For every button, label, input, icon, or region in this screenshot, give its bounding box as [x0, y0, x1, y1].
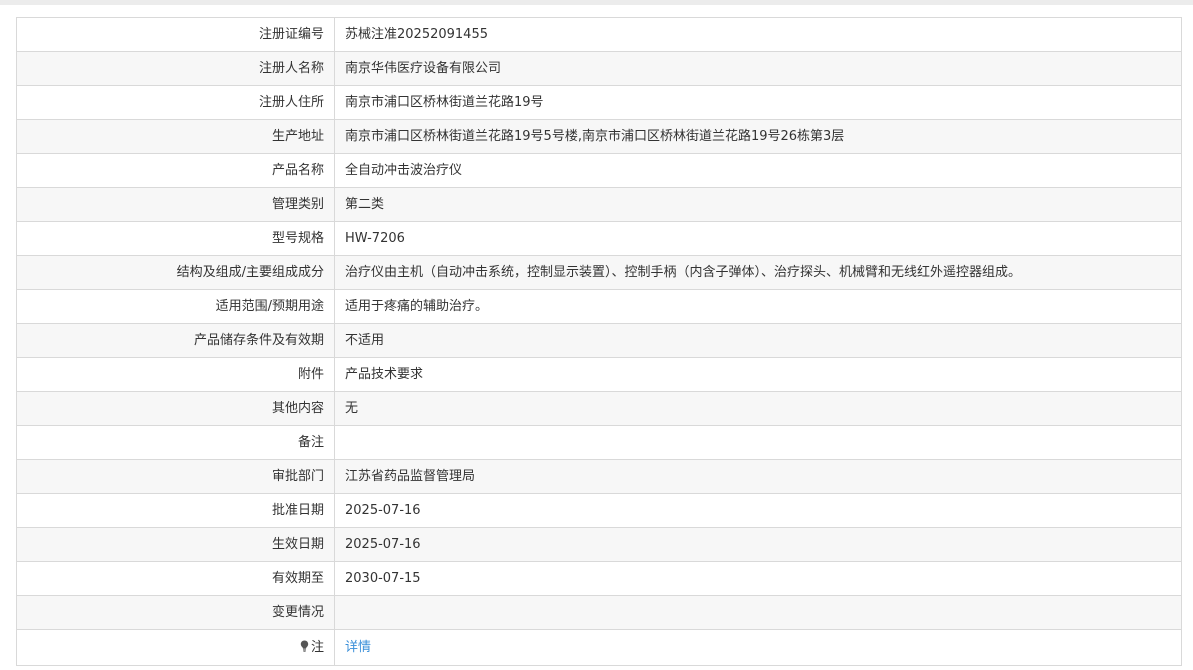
row-registrant-address: 注册人住所 南京市浦口区桥林街道兰花路19号 — [16, 86, 1182, 120]
field-value: HW-7206 — [345, 231, 405, 246]
field-label: 产品名称 — [17, 154, 335, 187]
row-attachment: 附件 产品技术要求 — [16, 358, 1182, 392]
field-value — [335, 426, 1181, 459]
field-value: 江苏省药品监督管理局 — [345, 469, 476, 484]
row-other-content: 其他内容 无 — [16, 392, 1182, 426]
field-label: 注册证编号 — [17, 18, 335, 51]
field-value: 产品技术要求 — [345, 367, 424, 382]
field-value: 适用于疼痛的辅助治疗。 — [345, 299, 489, 314]
row-expiry-date: 有效期至 2030-07-15 — [16, 562, 1182, 596]
field-label: 型号规格 — [17, 222, 335, 255]
field-label: 备注 — [17, 426, 335, 459]
field-value: 治疗仪由主机（自动冲击系统，控制显示装置）、控制手柄（内含子弹体）、治疗探头、机… — [345, 265, 1022, 280]
field-label: 注册人住所 — [17, 86, 335, 119]
field-label: 生产地址 — [17, 120, 335, 153]
field-label: 有效期至 — [17, 562, 335, 595]
field-label: 附件 — [17, 358, 335, 391]
note-label: 注 — [310, 640, 324, 655]
field-value: 无 — [345, 401, 359, 416]
row-registration-number: 注册证编号 苏械注准20252091455 — [16, 18, 1182, 52]
field-value: 不适用 — [345, 333, 385, 348]
field-value: 2030-07-15 — [345, 571, 421, 586]
row-remarks: 备注 — [16, 426, 1182, 460]
row-registrant-name: 注册人名称 南京华伟医疗设备有限公司 — [16, 52, 1182, 86]
field-label: 生效日期 — [17, 528, 335, 561]
row-model-spec: 型号规格 HW-7206 — [16, 222, 1182, 256]
field-value: 第二类 — [345, 197, 385, 212]
row-approval-department: 审批部门 江苏省药品监督管理局 — [16, 460, 1182, 494]
row-change-history: 变更情况 — [16, 596, 1182, 630]
top-bar — [0, 0, 1193, 5]
row-effective-date: 生效日期 2025-07-16 — [16, 528, 1182, 562]
lightbulb-icon — [300, 640, 309, 652]
row-structure-composition: 结构及组成/主要组成成分 治疗仪由主机（自动冲击系统，控制显示装置）、控制手柄（… — [16, 256, 1182, 290]
field-label: 产品储存条件及有效期 — [17, 324, 335, 357]
field-value: 全自动冲击波治疗仪 — [345, 163, 463, 178]
field-value: 南京市浦口区桥林街道兰花路19号5号楼,南京市浦口区桥林街道兰花路19号26栋第… — [345, 129, 845, 144]
field-label: 审批部门 — [17, 460, 335, 493]
field-label: 结构及组成/主要组成成分 — [17, 256, 335, 289]
row-production-address: 生产地址 南京市浦口区桥林街道兰花路19号5号楼,南京市浦口区桥林街道兰花路19… — [16, 120, 1182, 154]
field-label: 变更情况 — [17, 596, 335, 629]
field-label: 注册人名称 — [17, 52, 335, 85]
note-value-cell: 详情 — [335, 630, 1181, 665]
field-label: 其他内容 — [17, 392, 335, 425]
field-label: 管理类别 — [17, 188, 335, 221]
field-value: 2025-07-16 — [345, 503, 421, 518]
details-link[interactable]: 详情 — [345, 640, 371, 655]
row-intended-use: 适用范围/预期用途 适用于疼痛的辅助治疗。 — [16, 290, 1182, 324]
field-label: 批准日期 — [17, 494, 335, 527]
field-value: 2025-07-16 — [345, 537, 421, 552]
field-value: 南京华伟医疗设备有限公司 — [345, 61, 502, 76]
row-approval-date: 批准日期 2025-07-16 — [16, 494, 1182, 528]
field-value: 苏械注准20252091455 — [345, 27, 488, 42]
row-management-class: 管理类别 第二类 — [16, 188, 1182, 222]
row-product-name: 产品名称 全自动冲击波治疗仪 — [16, 154, 1182, 188]
row-note: 注 详情 — [16, 630, 1182, 666]
row-storage-validity: 产品储存条件及有效期 不适用 — [16, 324, 1182, 358]
field-value — [335, 596, 1181, 629]
field-value: 南京市浦口区桥林街道兰花路19号 — [345, 95, 544, 110]
note-label-cell: 注 — [17, 630, 335, 665]
field-label: 适用范围/预期用途 — [17, 290, 335, 323]
registration-details-table: 注册证编号 苏械注准20252091455 注册人名称 南京华伟医疗设备有限公司… — [16, 17, 1182, 666]
